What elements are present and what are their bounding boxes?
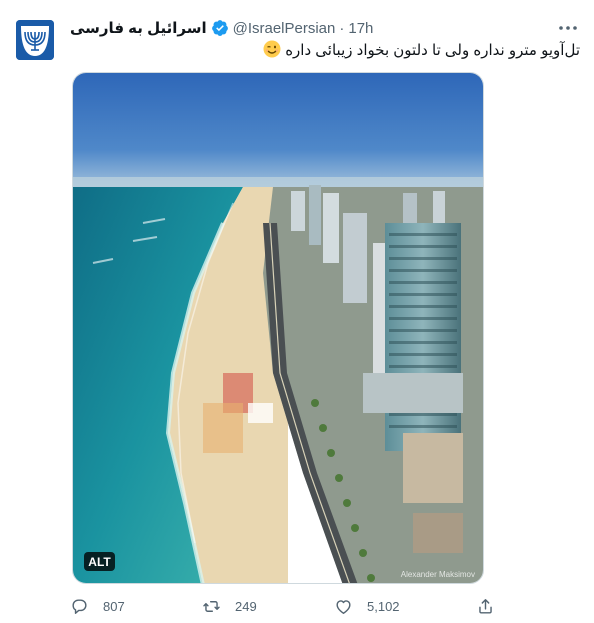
avatar[interactable]: [16, 20, 54, 60]
like-count: 5,102: [367, 598, 400, 614]
reply-count: 807: [103, 598, 125, 614]
tweet-text-content: تل‌آویو مترو نداره ولی تا دلتون بخواد زی…: [285, 42, 580, 59]
tel-aviv-beach-photo: [73, 73, 483, 583]
retweet-icon: [203, 600, 220, 612]
tweet-header: اسرائیل به فارسی @IsraelPersian · 17h: [70, 18, 373, 38]
winking-face-icon: [263, 40, 281, 58]
tweet-actions: 807 249 5,102: [70, 594, 510, 618]
tweet-text: تل‌آویو مترو نداره ولی تا دلتون بخواد زی…: [70, 40, 580, 62]
display-name[interactable]: اسرائیل به فارسی: [70, 19, 207, 37]
menorah-emblem-icon: [16, 20, 54, 60]
user-handle[interactable]: @IsraelPersian: [233, 20, 336, 37]
heart-icon: [336, 599, 351, 614]
photo-credit: Alexander Maksimov: [400, 570, 475, 579]
retweet-count: 249: [235, 598, 257, 614]
like-button[interactable]: 5,102: [334, 594, 400, 618]
timestamp[interactable]: 17h: [348, 20, 373, 37]
separator-dot: ·: [339, 19, 345, 37]
tweet-card[interactable]: اسرائیل به فارسی @IsraelPersian · 17h تل…: [0, 0, 594, 623]
more-dots-icon: [559, 26, 577, 30]
retweet-button[interactable]: 249: [202, 594, 257, 618]
reply-button[interactable]: 807: [70, 594, 125, 618]
alt-text-badge[interactable]: ALT: [84, 552, 115, 571]
more-options-button[interactable]: [556, 18, 580, 38]
tweet-photo[interactable]: ALT Alexander Maksimov: [72, 72, 484, 584]
reply-icon: [72, 598, 87, 614]
share-button[interactable]: [476, 594, 495, 618]
verified-badge-icon: [211, 19, 229, 37]
share-icon: [479, 598, 492, 614]
